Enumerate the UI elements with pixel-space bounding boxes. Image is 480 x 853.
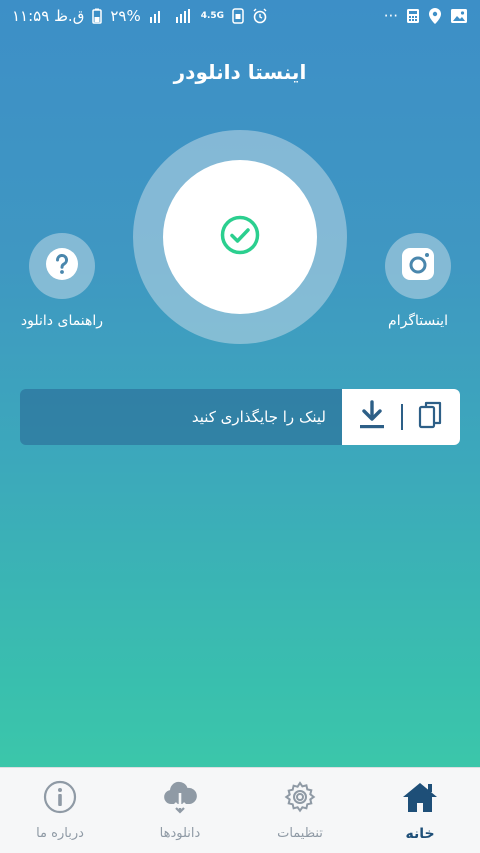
battery-percent: ۲۹% (110, 7, 141, 25)
image-icon (450, 8, 468, 24)
status-right: ··· (384, 7, 468, 25)
link-input-bar[interactable]: لینک را جایگذاری کنید (20, 389, 460, 445)
app-title: اینستا دانلودر (173, 60, 307, 84)
status-bar: ۱۱:۵۹ ق.ظ ۲۹% 4.5G ··· (0, 0, 480, 32)
network-type: 4.5G (200, 11, 225, 21)
status-dots: ··· (383, 7, 398, 25)
nav-downloads-label: دانلودها (159, 826, 201, 841)
signal-icon (149, 9, 167, 23)
home-icon (401, 780, 439, 818)
status-circle[interactable] (163, 160, 317, 314)
nav-home-label: خانه (405, 826, 435, 842)
question-icon (45, 247, 79, 285)
nav-home[interactable]: خانه (360, 768, 480, 853)
instagram-icon (401, 247, 435, 285)
instagram-label: اینستاگرام (388, 313, 448, 329)
download-icon[interactable] (358, 400, 386, 434)
nav-downloads[interactable]: دانلودها (120, 768, 240, 853)
nav-settings-label: تنظیمات (277, 826, 323, 841)
status-time: ۱۱:۵۹ ق.ظ (12, 7, 85, 25)
bottom-nav: درباره ما دانلودها تنظیمات خانه (0, 767, 480, 853)
nav-about-label: درباره ما (36, 826, 84, 841)
cloud-download-icon (162, 780, 198, 818)
calculator-icon (406, 8, 420, 24)
nav-about[interactable]: درباره ما (0, 768, 120, 853)
link-placeholder[interactable]: لینک را جایگذاری کنید (192, 389, 326, 445)
signal-icon-2 (175, 9, 193, 23)
help-button[interactable] (29, 233, 95, 299)
location-icon (428, 7, 442, 25)
sim-icon (232, 8, 244, 24)
link-actions (342, 389, 460, 445)
status-left: ۱۱:۵۹ ق.ظ ۲۹% 4.5G (12, 7, 268, 25)
alarm-icon (252, 8, 268, 24)
instagram-button[interactable] (385, 233, 451, 299)
battery-icon (92, 8, 103, 24)
help-label: راهنمای دانلود (20, 313, 104, 329)
gear-icon (283, 780, 317, 818)
nav-settings[interactable]: تنظیمات (240, 768, 360, 853)
copy-icon[interactable] (418, 400, 444, 434)
link-divider (400, 404, 403, 430)
info-icon (43, 780, 77, 818)
check-circle-icon (220, 215, 260, 259)
